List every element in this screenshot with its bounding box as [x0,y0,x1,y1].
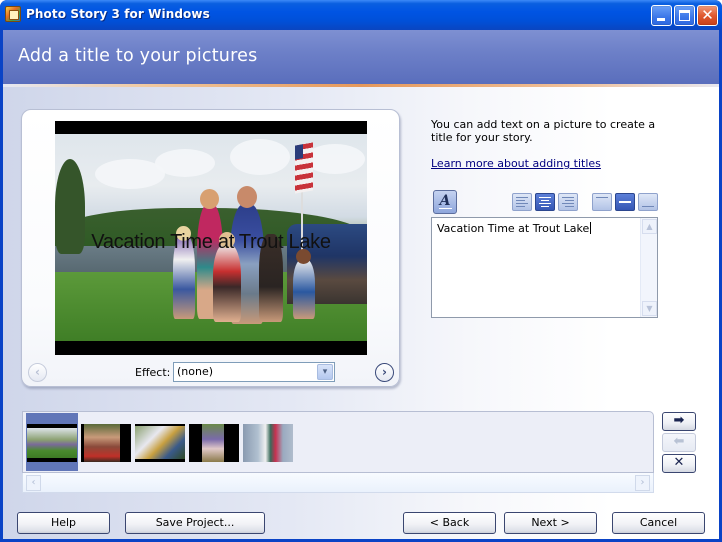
effect-label: Effect: [135,366,171,379]
title-text-input[interactable]: Vacation Time at Trout Lake ▲ ▼ [431,217,658,318]
scroll-left-icon[interactable]: ‹ [26,475,41,491]
position-middle-button[interactable] [615,193,635,211]
remove-picture-button[interactable]: ✕ [662,454,696,473]
delete-icon: ✕ [673,455,685,470]
filmstrip-horizontal-scrollbar[interactable]: ‹ › [22,473,654,493]
preview-panel: Vacation Time at Trout Lake ‹ Effect: (n… [21,109,400,387]
app-window: Photo Story 3 for Windows ✕ Add a title … [0,0,722,542]
previous-picture-button[interactable]: ‹ [28,363,47,382]
scroll-down-icon[interactable]: ▼ [642,301,657,316]
arrow-left-icon: ⬅ [673,434,685,449]
chevron-left-icon: ‹ [35,365,40,379]
thumbnail-1[interactable] [27,424,77,462]
save-project-button[interactable]: Save Project... [125,512,265,534]
back-button[interactable]: < Back [403,512,496,534]
cancel-button[interactable]: Cancel [612,512,705,534]
photo-story-app-icon[interactable] [5,6,21,22]
align-right-button[interactable] [558,193,578,211]
position-bottom-button[interactable] [638,193,658,211]
photo-title-overlay: Vacation Time at Trout Lake [91,231,331,253]
instructions-text: You can add text on a picture to create … [431,118,656,144]
learn-more-link[interactable]: Learn more about adding titles [431,157,601,170]
thumbnail-2[interactable] [81,424,131,462]
maximize-button[interactable] [674,5,695,26]
page-header: Add a title to your pictures [3,30,719,84]
effect-dropdown[interactable]: (none) ▾ [173,362,335,382]
page-title: Add a title to your pictures [18,46,258,66]
scroll-right-icon[interactable]: › [635,475,650,491]
next-button[interactable]: Next > [504,512,597,534]
thumbnail-4[interactable] [189,424,239,462]
thumbnail-5[interactable] [243,424,293,462]
photo-preview: Vacation Time at Trout Lake [55,121,367,355]
window-title: Photo Story 3 for Windows [26,7,210,21]
title-text-value[interactable]: Vacation Time at Trout Lake [437,222,592,235]
header-divider [3,84,719,87]
position-top-button[interactable] [592,193,612,211]
chevron-right-icon: › [382,365,387,379]
close-button[interactable]: ✕ [697,5,718,26]
arrow-right-icon: ➡ [673,413,685,428]
chevron-down-icon[interactable]: ▾ [317,364,333,380]
photo-image: Vacation Time at Trout Lake [55,134,367,341]
minimize-button[interactable] [651,5,672,26]
select-font-button[interactable]: A [433,190,457,214]
title-bar[interactable]: Photo Story 3 for Windows ✕ [0,0,722,30]
picture-filmstrip [22,411,654,473]
move-picture-left-button[interactable]: ⬅ [662,433,696,452]
thumbnail-3[interactable] [135,424,185,462]
next-picture-button[interactable]: › [375,363,394,382]
effect-selected-value: (none) [177,365,214,378]
help-button[interactable]: Help [17,512,110,534]
move-picture-right-button[interactable]: ➡ [662,412,696,431]
align-left-button[interactable] [512,193,532,211]
text-vertical-scrollbar[interactable]: ▲ ▼ [640,218,657,317]
align-center-button[interactable] [535,193,555,211]
close-icon: ✕ [701,6,714,24]
font-icon: A [439,193,451,209]
client-area: Add a title to your pictures Vacation Ti… [3,30,719,539]
scroll-up-icon[interactable]: ▲ [642,219,657,234]
text-caret [590,222,592,234]
